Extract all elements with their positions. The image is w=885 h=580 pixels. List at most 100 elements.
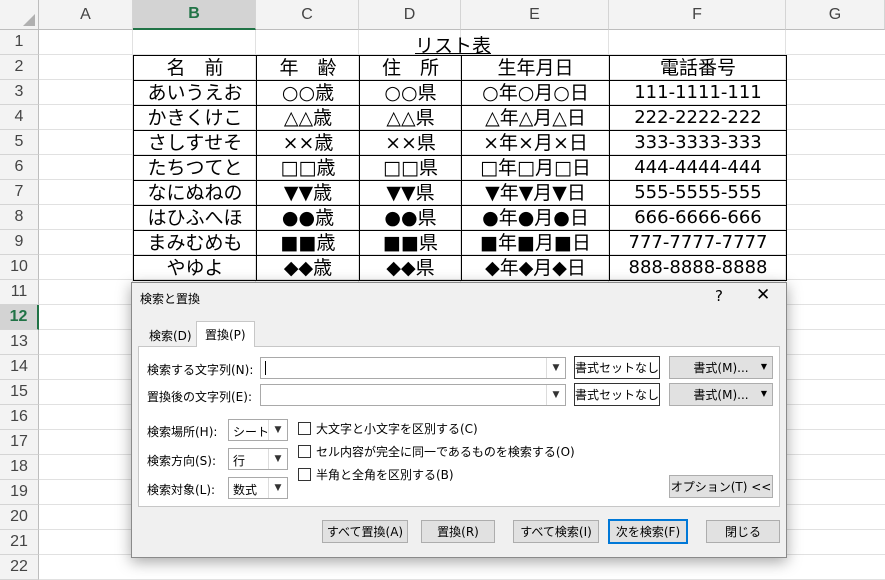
table-cell[interactable]: かきくけこ bbox=[133, 105, 257, 131]
table-cell[interactable]: 555-5555-555 bbox=[609, 180, 787, 206]
row-header[interactable]: 1 bbox=[0, 30, 39, 55]
table-cell[interactable]: なにぬねの bbox=[133, 180, 257, 206]
header-cell[interactable]: 年 齢 bbox=[256, 55, 360, 81]
row-header[interactable]: 17 bbox=[0, 430, 39, 455]
table-cell[interactable]: ××県 bbox=[359, 130, 462, 156]
table-cell[interactable]: 666-6666-666 bbox=[609, 205, 787, 231]
chevron-down-icon[interactable]: ▼ bbox=[268, 478, 287, 498]
row-header[interactable]: 18 bbox=[0, 455, 39, 480]
table-cell[interactable]: ×年×月×日 bbox=[461, 130, 610, 156]
table-cell[interactable]: ■■県 bbox=[359, 230, 462, 256]
find-input[interactable]: ▼ bbox=[260, 357, 566, 379]
row-header[interactable]: 16 bbox=[0, 405, 39, 430]
header-cell[interactable]: 電話番号 bbox=[609, 55, 787, 81]
column-header-e[interactable]: E bbox=[461, 0, 609, 30]
column-header-b[interactable]: B bbox=[133, 0, 256, 30]
table-cell[interactable]: 333-3333-333 bbox=[609, 130, 787, 156]
close-icon[interactable]: ✕ bbox=[756, 285, 770, 305]
find-all-button[interactable]: すべて検索(I) bbox=[513, 520, 599, 543]
replace-input[interactable]: ▼ bbox=[260, 384, 566, 406]
table-cell[interactable]: あいうえお bbox=[133, 80, 257, 106]
table-cell[interactable]: □□歳 bbox=[256, 155, 360, 181]
options-button[interactable]: オプション(T) << bbox=[669, 475, 773, 498]
table-cell[interactable]: ○年○月○日 bbox=[461, 80, 610, 106]
select-all-corner[interactable] bbox=[0, 0, 39, 30]
table-cell[interactable]: ●年●月●日 bbox=[461, 205, 610, 231]
table-cell[interactable]: ■年■月■日 bbox=[461, 230, 610, 256]
column-header-g[interactable]: G bbox=[786, 0, 885, 30]
row-header[interactable]: 7 bbox=[0, 180, 39, 205]
match-entire-cell-checkbox[interactable]: セル内容が完全に同一であるものを検索する(O) bbox=[298, 443, 575, 460]
table-cell[interactable]: 222-2222-222 bbox=[609, 105, 787, 131]
table-cell[interactable]: 888-8888-8888 bbox=[609, 255, 787, 281]
column-header-d[interactable]: D bbox=[359, 0, 461, 30]
table-cell[interactable]: ●●歳 bbox=[256, 205, 360, 231]
row-header[interactable]: 21 bbox=[0, 530, 39, 555]
tab-search[interactable]: 検索(D) bbox=[140, 324, 201, 346]
match-byte-checkbox[interactable]: 半角と全角を区別する(B) bbox=[298, 466, 454, 483]
row-header[interactable]: 19 bbox=[0, 480, 39, 505]
table-cell[interactable]: 444-4444-444 bbox=[609, 155, 787, 181]
table-cell[interactable]: □年□月□日 bbox=[461, 155, 610, 181]
table-cell[interactable]: 777-7777-7777 bbox=[609, 230, 787, 256]
look-in-select[interactable]: 数式 ▼ bbox=[228, 477, 288, 499]
find-format-button[interactable]: 書式(M)... ▼ bbox=[669, 356, 773, 379]
table-cell[interactable]: △年△月△日 bbox=[461, 105, 610, 131]
row-header[interactable]: 11 bbox=[0, 280, 39, 305]
row-header[interactable]: 14 bbox=[0, 355, 39, 380]
tab-replace[interactable]: 置換(P) bbox=[196, 321, 255, 347]
chevron-down-icon[interactable]: ▼ bbox=[268, 420, 287, 440]
table-cell[interactable]: さしすせそ bbox=[133, 130, 257, 156]
table-cell[interactable]: ■■歳 bbox=[256, 230, 360, 256]
row-header[interactable]: 22 bbox=[0, 555, 39, 580]
table-cell[interactable]: 111-1111-111 bbox=[609, 80, 787, 106]
replace-format-button[interactable]: 書式(M)... ▼ bbox=[669, 383, 773, 406]
within-select[interactable]: シート ▼ bbox=[228, 419, 288, 441]
header-cell[interactable]: 住 所 bbox=[359, 55, 462, 81]
row-header[interactable]: 10 bbox=[0, 255, 39, 280]
replace-all-button[interactable]: すべて置換(A) bbox=[322, 520, 408, 543]
table-cell[interactable]: やゆよ bbox=[133, 255, 257, 281]
table-cell[interactable]: □□県 bbox=[359, 155, 462, 181]
table-cell[interactable]: ◆年◆月◆日 bbox=[461, 255, 610, 281]
chevron-down-icon[interactable]: ▼ bbox=[546, 358, 565, 378]
chevron-down-icon[interactable]: ▼ bbox=[546, 385, 565, 405]
table-cell[interactable]: たちつてと bbox=[133, 155, 257, 181]
row-header[interactable]: 3 bbox=[0, 80, 39, 105]
row-header[interactable]: 5 bbox=[0, 130, 39, 155]
table-cell[interactable]: はひふへほ bbox=[133, 205, 257, 231]
table-cell[interactable]: ○○県 bbox=[359, 80, 462, 106]
header-cell[interactable]: 名 前 bbox=[133, 55, 257, 81]
row-header[interactable]: 8 bbox=[0, 205, 39, 230]
table-cell[interactable]: △△歳 bbox=[256, 105, 360, 131]
table-cell[interactable]: ▼▼県 bbox=[359, 180, 462, 206]
table-cell[interactable]: ●●県 bbox=[359, 205, 462, 231]
match-case-checkbox[interactable]: 大文字と小文字を区別する(C) bbox=[298, 420, 478, 437]
column-header-c[interactable]: C bbox=[256, 0, 359, 30]
chevron-down-icon[interactable]: ▼ bbox=[268, 449, 287, 469]
table-cell[interactable]: まみむめも bbox=[133, 230, 257, 256]
row-header[interactable]: 2 bbox=[0, 55, 39, 80]
row-header[interactable]: 6 bbox=[0, 155, 39, 180]
row-header[interactable]: 15 bbox=[0, 380, 39, 405]
table-cell[interactable]: ▼年▼月▼日 bbox=[461, 180, 610, 206]
table-cell[interactable]: △△県 bbox=[359, 105, 462, 131]
find-next-button[interactable]: 次を検索(F) bbox=[608, 519, 688, 544]
table-cell[interactable]: ○○歳 bbox=[256, 80, 360, 106]
row-header[interactable]: 9 bbox=[0, 230, 39, 255]
row-header[interactable]: 13 bbox=[0, 330, 39, 355]
help-button[interactable]: ? bbox=[715, 287, 723, 305]
row-header[interactable]: 4 bbox=[0, 105, 39, 130]
table-cell[interactable]: ◆◆歳 bbox=[256, 255, 360, 281]
search-direction-select[interactable]: 行 ▼ bbox=[228, 448, 288, 470]
table-cell[interactable]: ××歳 bbox=[256, 130, 360, 156]
table-cell[interactable]: ▼▼歳 bbox=[256, 180, 360, 206]
row-header[interactable]: 20 bbox=[0, 505, 39, 530]
column-header-f[interactable]: F bbox=[609, 0, 786, 30]
sheet-title[interactable]: リスト表 bbox=[415, 31, 491, 58]
table-cell[interactable]: ◆◆県 bbox=[359, 255, 462, 281]
replace-no-format-button[interactable]: 書式セットなし bbox=[574, 383, 660, 406]
column-header-a[interactable]: A bbox=[39, 0, 133, 30]
find-no-format-button[interactable]: 書式セットなし bbox=[574, 356, 660, 379]
replace-button[interactable]: 置換(R) bbox=[421, 520, 495, 543]
